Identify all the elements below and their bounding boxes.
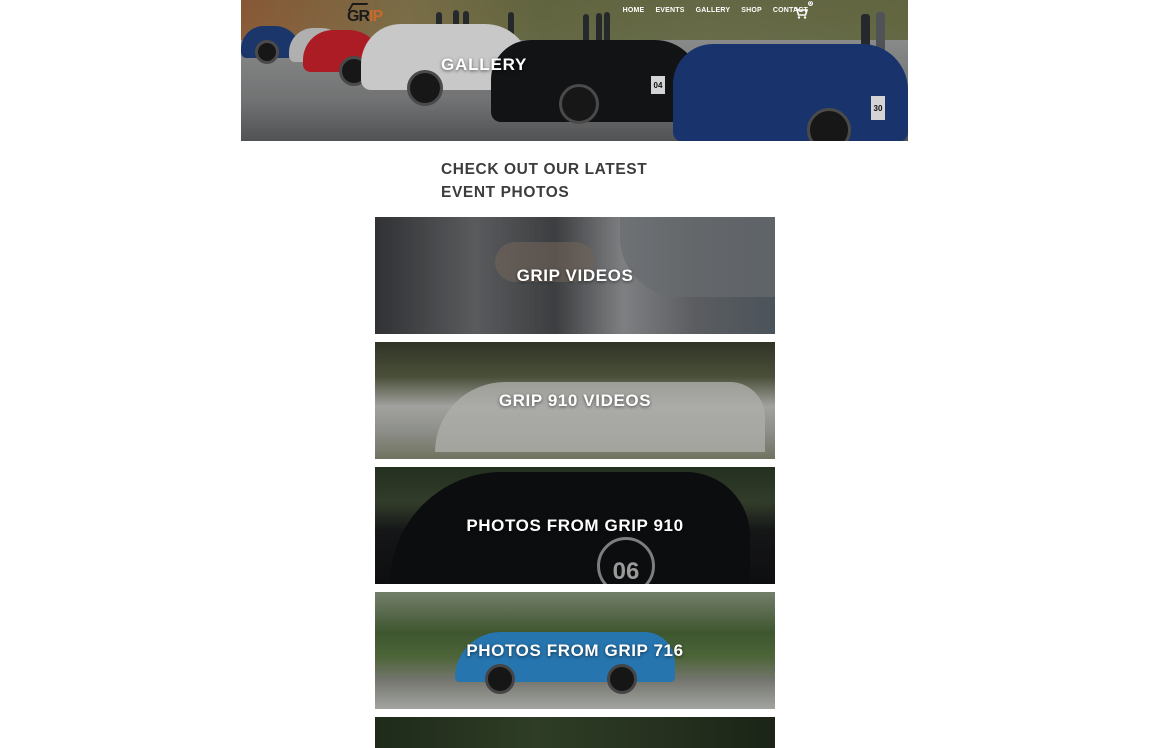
intro-line-2: EVENT PHOTOS: [441, 184, 570, 201]
logo-text-ip: IP: [369, 8, 383, 25]
gallery-tile-photos-grip-716[interactable]: PHOTOS FROM GRIP 716: [375, 592, 775, 709]
page-title: GALLERY: [441, 55, 528, 74]
gallery-hero-banner: 04 30 GR IP HOME EVENTS GALLERY SHOP CONT…: [241, 0, 908, 141]
tile-label: GRIP 910 VIDEOS: [498, 390, 652, 410]
tile-label: PHOTOS FROM GRIP 716: [466, 640, 684, 660]
nav-home[interactable]: HOME: [623, 7, 645, 14]
hero-overlay: [241, 0, 908, 141]
tile-label: GRIP VIDEOS: [516, 265, 634, 285]
gallery-tile-photos-grip-910[interactable]: 06 PHOTOS FROM GRIP 910: [375, 467, 775, 584]
site-logo[interactable]: GR IP: [347, 3, 383, 28]
cart-count-badge: 0: [808, 1, 813, 6]
nav-events[interactable]: EVENTS: [655, 7, 684, 14]
tile-image: [375, 717, 775, 748]
cart-icon[interactable]: [794, 4, 809, 19]
gallery-tile-grip-videos[interactable]: GRIP VIDEOS: [375, 217, 775, 334]
intro-line-1: CHECK OUT OUR LATEST: [441, 161, 648, 178]
gallery-tile-partial[interactable]: [375, 717, 775, 748]
nav-shop[interactable]: SHOP: [741, 7, 762, 14]
nav-gallery[interactable]: GALLERY: [696, 7, 731, 14]
gallery-intro-heading: CHECK OUT OUR LATEST EVENT PHOTOS: [441, 158, 741, 204]
main-navigation: HOME EVENTS GALLERY SHOP CONTACT: [623, 7, 808, 14]
tile-label: PHOTOS FROM GRIP 910: [466, 515, 684, 535]
gallery-tile-grip-910-videos[interactable]: GRIP 910 VIDEOS: [375, 342, 775, 459]
